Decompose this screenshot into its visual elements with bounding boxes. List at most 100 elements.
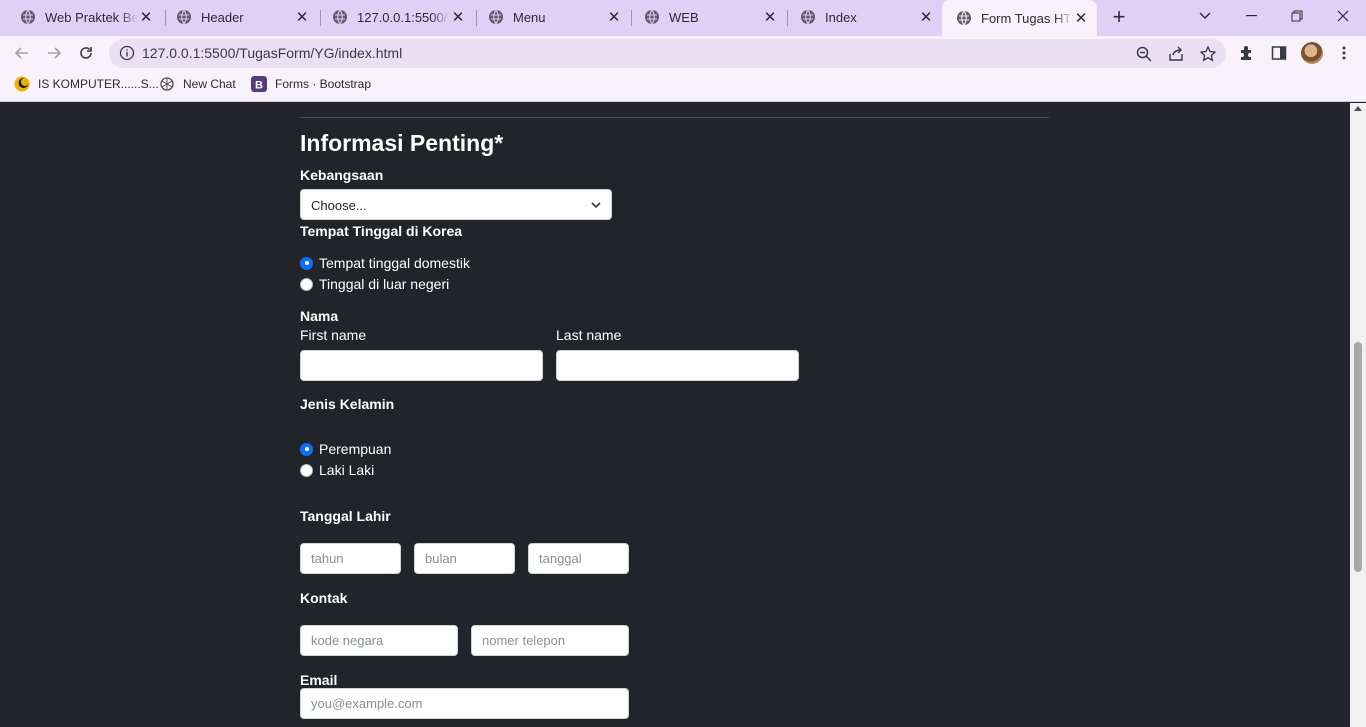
puzzle-icon: [1241, 46, 1251, 60]
birthdate-label: Tanggal Lahir: [300, 508, 391, 524]
svg-text:B: B: [255, 80, 263, 92]
zoom-icon[interactable]: [1135, 45, 1153, 63]
email-input[interactable]: you@example.com: [300, 688, 629, 719]
close-window-button[interactable]: [1320, 0, 1366, 32]
gender-label: Jenis Kelamin: [300, 396, 395, 412]
scroll-up-arrow-icon[interactable]: [1354, 106, 1362, 111]
new-tab-button[interactable]: +: [1108, 4, 1130, 29]
birth-month-input[interactable]: bulan: [414, 543, 515, 574]
radio-checked[interactable]: [300, 442, 313, 456]
page-viewport: Informasi Penting* Kebangsaan Choose... …: [0, 103, 1350, 727]
globe-icon: [21, 9, 35, 25]
more-vert-icon: [1342, 46, 1346, 60]
globe-icon: [645, 9, 659, 25]
birth-day-input[interactable]: tanggal: [528, 543, 629, 574]
tab-title: WEB: [669, 9, 699, 25]
radio-unchecked[interactable]: [300, 463, 313, 477]
tab-web[interactable]: WEB ✕: [630, 0, 786, 34]
section-title: Informasi Penting*: [300, 130, 504, 156]
globe-icon: [177, 9, 191, 25]
reload-button[interactable]: [74, 41, 98, 65]
close-icon[interactable]: ✕: [606, 9, 622, 26]
close-icon[interactable]: ✕: [1073, 10, 1089, 27]
scrollbar-thumb[interactable]: [1354, 342, 1362, 572]
bookmark-new-chat[interactable]: New Chat: [159, 76, 236, 92]
bookmark-forms-bootstrap[interactable]: B Forms · Bootstrap: [251, 76, 371, 92]
close-icon[interactable]: ✕: [138, 9, 154, 26]
tab-localhost[interactable]: 127.0.0.1:5500/Tu ✕: [318, 0, 474, 34]
birth-year-input[interactable]: tahun: [300, 543, 401, 574]
globe-icon: [333, 9, 347, 25]
radio-label: Tinggal di luar negeri: [319, 276, 450, 292]
restore-icon: [1291, 10, 1303, 22]
back-button[interactable]: [10, 41, 34, 65]
radio-label: Laki Laki: [319, 462, 375, 478]
residence-option-domestic[interactable]: Tempat tinggal domestik: [300, 255, 470, 271]
tab-header[interactable]: Header ✕: [162, 0, 318, 34]
moon-logo-icon: [14, 76, 30, 92]
tab-title: Menu: [513, 9, 546, 25]
nationality-label: Kebangsaan: [300, 167, 384, 183]
openai-icon: [160, 77, 174, 91]
close-icon[interactable]: ✕: [762, 9, 778, 26]
bookmark-is-komputer[interactable]: IS KOMPUTER......S...: [14, 76, 159, 92]
bookmark-label: IS KOMPUTER......S...: [38, 77, 159, 91]
side-panel-button[interactable]: [1269, 43, 1289, 63]
name-label: Nama: [300, 308, 339, 324]
share-icon[interactable]: [1167, 45, 1185, 63]
minimize-button[interactable]: [1228, 0, 1274, 32]
profile-avatar[interactable]: [1301, 42, 1323, 64]
bookmarks-bar: IS KOMPUTER......S... New Chat B Forms ·…: [0, 70, 1366, 102]
phone-input[interactable]: nomer telepon: [471, 625, 629, 656]
arrow-left-icon: [14, 47, 28, 59]
page-scrollbar[interactable]: [1350, 103, 1366, 727]
placeholder: you@example.com: [311, 696, 423, 711]
info-icon[interactable]: [119, 45, 135, 61]
close-icon[interactable]: ✕: [918, 9, 934, 26]
residence-option-abroad[interactable]: Tinggal di luar negeri: [300, 276, 449, 292]
contact-label: Kontak: [300, 590, 348, 606]
gender-option-male[interactable]: Laki Laki: [300, 462, 374, 478]
globe-icon: [957, 10, 971, 26]
extensions-button[interactable]: [1237, 43, 1257, 63]
tab-web-praktek[interactable]: Web Praktek Bes ✕: [6, 0, 162, 34]
country-code-input[interactable]: kode negara: [300, 625, 458, 656]
radio-unchecked[interactable]: [300, 277, 313, 291]
tab-form-tugas[interactable]: Form Tugas HTM ✕: [942, 0, 1097, 36]
close-icon[interactable]: ✕: [294, 9, 310, 26]
placeholder: bulan: [425, 551, 457, 566]
placeholder: tahun: [311, 551, 344, 566]
address-bar[interactable]: 127.0.0.1:5500/TugasForm/YG/index.html: [109, 39, 1226, 68]
tab-title: Header: [201, 9, 244, 25]
tab-menu[interactable]: Menu ✕: [474, 0, 630, 34]
first-name-input[interactable]: [300, 350, 543, 381]
tab-title: Web Praktek Bes: [45, 9, 138, 25]
placeholder: nomer telepon: [482, 633, 566, 648]
star-icon[interactable]: [1199, 45, 1217, 63]
side-panel-icon: [1271, 46, 1287, 60]
gender-option-female[interactable]: Perempuan: [300, 441, 391, 457]
forward-button[interactable]: [42, 41, 66, 65]
chevron-down-icon: [1199, 12, 1211, 19]
residence-label: Tempat Tinggal di Korea: [300, 223, 463, 239]
placeholder: tanggal: [539, 551, 582, 566]
select-value: Choose...: [311, 198, 367, 213]
nationality-select[interactable]: Choose...: [300, 189, 612, 220]
radio-label: Perempuan: [319, 441, 392, 457]
minimize-icon: [1245, 15, 1257, 17]
url-text[interactable]: 127.0.0.1:5500/TugasForm/YG/index.html: [142, 45, 402, 61]
tab-title: 127.0.0.1:5500/Tu: [357, 9, 450, 25]
last-name-input[interactable]: [556, 350, 799, 381]
email-label: Email: [300, 672, 338, 688]
radio-checked[interactable]: [300, 256, 313, 270]
radio-label: Tempat tinggal domestik: [319, 255, 470, 271]
menu-button[interactable]: [1334, 43, 1354, 63]
tab-search-button[interactable]: [1182, 0, 1228, 32]
tab-strip: Web Praktek Bes ✕ Header ✕ 127.0.0.1:550…: [0, 0, 1366, 36]
section-divider: [300, 117, 1049, 118]
tab-title: Index: [825, 9, 857, 25]
restore-button[interactable]: [1274, 0, 1320, 32]
tab-title: Form Tugas HTM: [981, 10, 1073, 26]
tab-index[interactable]: Index ✕: [786, 0, 942, 34]
close-icon[interactable]: ✕: [450, 9, 466, 26]
